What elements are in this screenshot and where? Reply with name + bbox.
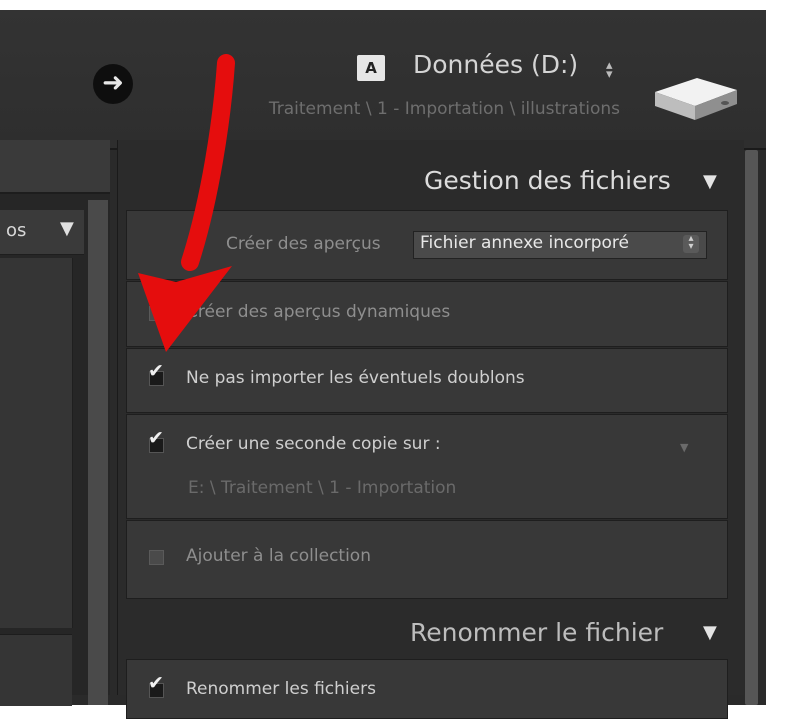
red-annotation-arrow bbox=[138, 54, 235, 352]
